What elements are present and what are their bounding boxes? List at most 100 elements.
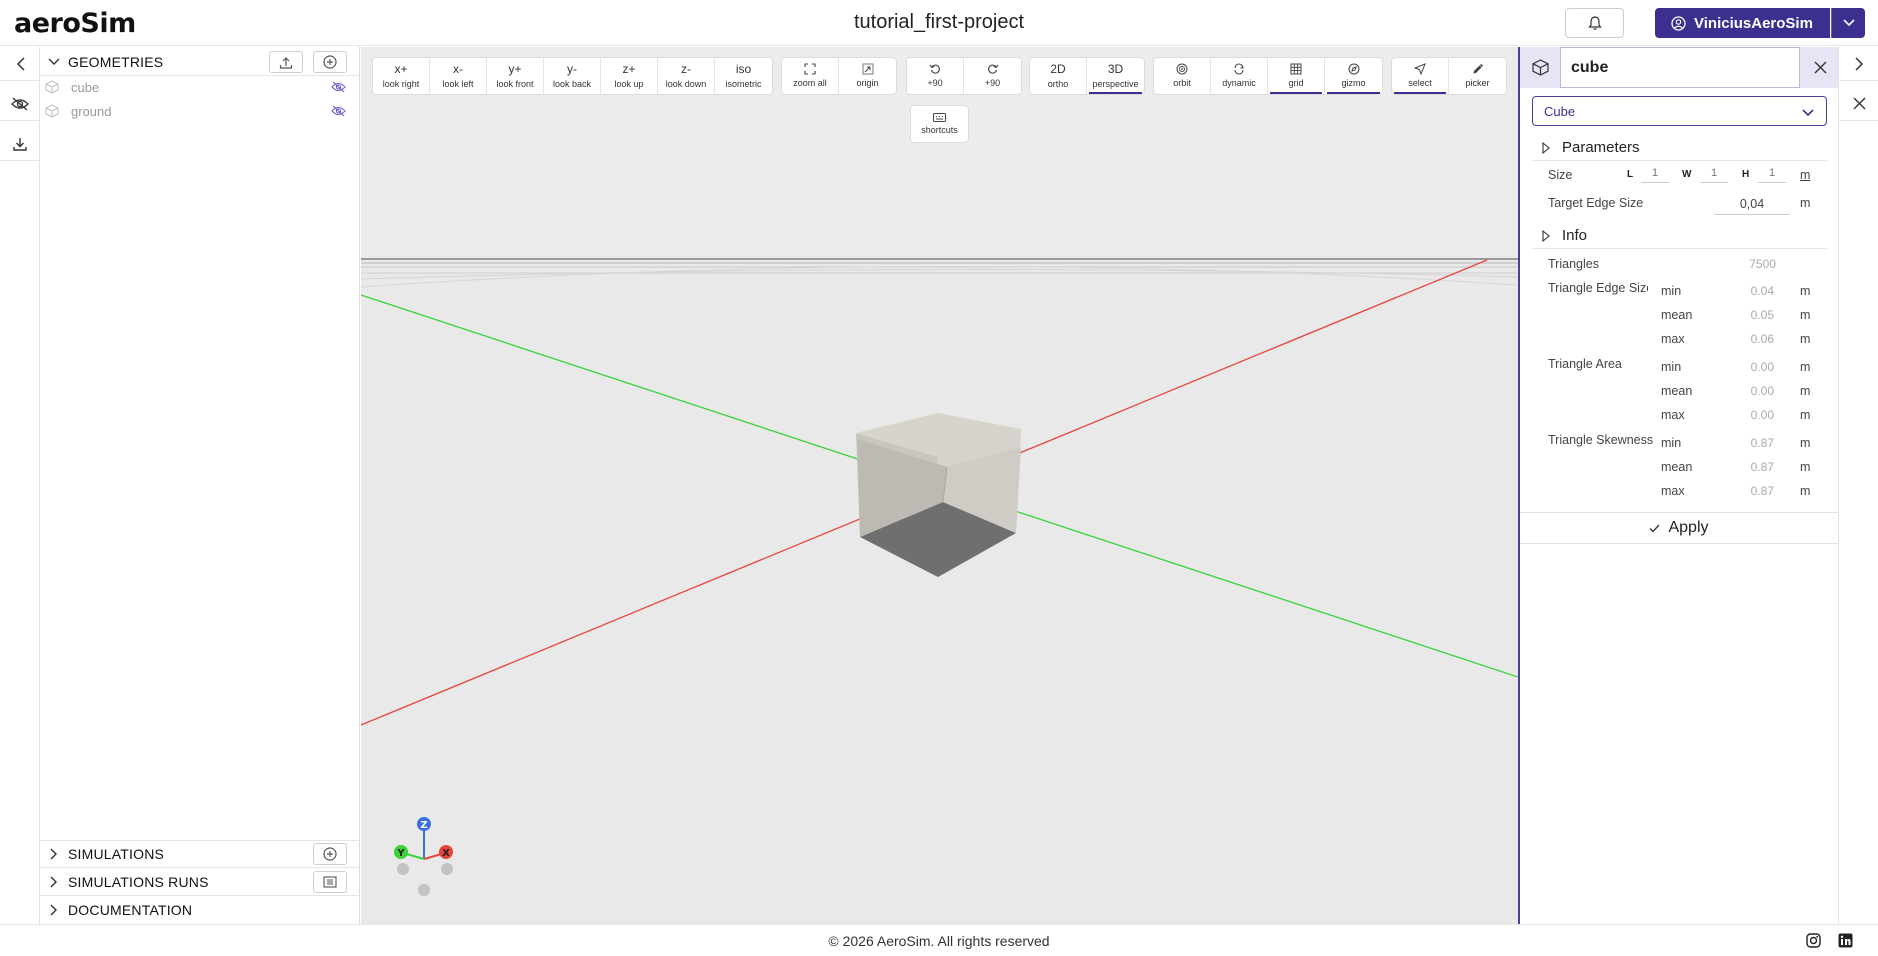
stat-name: max bbox=[1661, 484, 1685, 498]
chevron-right-icon bbox=[40, 904, 68, 916]
select-icon bbox=[1414, 63, 1426, 75]
stat-unit: m bbox=[1800, 484, 1811, 498]
add-simulation-button[interactable] bbox=[313, 843, 347, 865]
stat-name: mean bbox=[1661, 460, 1693, 474]
look-left-button[interactable]: x-look left bbox=[430, 58, 487, 94]
zoom-all-button[interactable]: zoom all bbox=[782, 58, 839, 94]
simulation-runs-label: SIMULATIONS RUNS bbox=[68, 873, 209, 890]
user-menu-button[interactable]: ViniciusAeroSim bbox=[1655, 8, 1830, 38]
target-edge-input[interactable]: 0,04 bbox=[1714, 195, 1790, 215]
download-icon bbox=[13, 137, 27, 151]
download-button[interactable] bbox=[0, 127, 40, 161]
look-right-button[interactable]: x+ look right bbox=[373, 58, 430, 94]
origin-button[interactable]: origin bbox=[839, 58, 896, 94]
stat-value: 0.04 bbox=[1750, 284, 1774, 298]
interaction-toolbar: select picker bbox=[1391, 57, 1507, 95]
simulation-runs-list-button[interactable] bbox=[313, 871, 347, 893]
cube-icon bbox=[45, 80, 61, 94]
simulations-label: SIMULATIONS bbox=[68, 846, 165, 862]
gizmo-icon bbox=[1348, 63, 1359, 75]
size-h-label: H bbox=[1742, 169, 1750, 180]
parameters-section-toggle[interactable]: Parameters bbox=[1532, 135, 1827, 161]
gizmo-z-label: Z bbox=[420, 820, 427, 831]
simulation-runs-section-header[interactable]: SIMULATIONS RUNS bbox=[40, 868, 360, 896]
stat-group-label: Triangle Skewness bbox=[1548, 433, 1654, 447]
geometry-name-input[interactable]: cube bbox=[1560, 47, 1800, 88]
user-dropdown-toggle[interactable] bbox=[1831, 8, 1865, 38]
collapse-sidebar-button[interactable] bbox=[0, 47, 40, 81]
chevron-down-icon bbox=[1802, 105, 1814, 120]
geometry-type-select[interactable]: Cube bbox=[1532, 96, 1827, 126]
list-icon bbox=[323, 876, 337, 888]
chevron-right-icon bbox=[40, 848, 68, 860]
look-back-button[interactable]: y-look back bbox=[544, 58, 601, 94]
info-section-toggle[interactable]: Info bbox=[1532, 223, 1827, 249]
geometry-item-cube[interactable]: cube bbox=[40, 75, 360, 99]
chevron-down-icon bbox=[40, 58, 68, 66]
geometries-section-header[interactable]: GEOMETRIES bbox=[40, 48, 360, 76]
picker-button[interactable]: picker bbox=[1449, 58, 1506, 94]
stat-unit: m bbox=[1800, 308, 1811, 322]
rotate-ccw-button[interactable]: +90 bbox=[907, 58, 964, 94]
size-l-label: L bbox=[1627, 169, 1634, 180]
app-header: aeroSim tutorial_first-project ViniciusA… bbox=[0, 0, 1878, 46]
stat-value: 0.87 bbox=[1750, 484, 1774, 498]
grid-button[interactable]: grid bbox=[1268, 58, 1325, 94]
cube-icon bbox=[45, 104, 61, 118]
upload-geometry-button[interactable] bbox=[269, 51, 303, 73]
triangles-label: Triangles bbox=[1548, 257, 1599, 271]
right-rail bbox=[1838, 47, 1878, 924]
close-panel-button[interactable] bbox=[1802, 47, 1838, 88]
gizmo-button[interactable]: gizmo bbox=[1325, 58, 1382, 94]
axes-gizmo[interactable]: Z Y X bbox=[394, 817, 453, 896]
upload-icon bbox=[279, 56, 293, 69]
stat-value: 0.06 bbox=[1750, 332, 1774, 346]
left-rail bbox=[0, 47, 40, 924]
stat-unit: m bbox=[1800, 360, 1811, 374]
geometry-name: ground bbox=[71, 103, 112, 119]
look-down-button[interactable]: z-look down bbox=[658, 58, 715, 94]
dynamic-button[interactable]: dynamic bbox=[1211, 58, 1268, 94]
origin-icon bbox=[862, 63, 873, 75]
apply-button[interactable]: Apply bbox=[1520, 512, 1838, 544]
linkedin-icon[interactable] bbox=[1838, 933, 1853, 953]
close-right-panel-button[interactable] bbox=[1839, 87, 1878, 121]
stat-name: max bbox=[1661, 332, 1685, 346]
dynamic-icon bbox=[1234, 63, 1244, 75]
geometry-item-ground[interactable]: ground bbox=[40, 99, 360, 123]
3d-viewport[interactable]: Z Y X x+ look right x-look left y+ look fr… bbox=[361, 47, 1518, 924]
notifications-button[interactable] bbox=[1565, 8, 1624, 38]
size-length-input[interactable]: 1 bbox=[1641, 167, 1669, 183]
orbit-button[interactable]: orbit bbox=[1154, 58, 1211, 94]
simulations-section-header[interactable]: SIMULATIONS bbox=[40, 840, 360, 868]
select-button[interactable]: select bbox=[1392, 58, 1449, 94]
look-front-button[interactable]: y+ look front bbox=[487, 58, 544, 94]
rotate-cw-button[interactable]: +90 bbox=[964, 58, 1021, 94]
isometric-button[interactable]: iso isometric bbox=[715, 58, 772, 94]
scene-canvas[interactable]: Z Y X bbox=[361, 47, 1518, 924]
documentation-section-header[interactable]: DOCUMENTATION bbox=[40, 896, 360, 924]
gizmo-y-label: Y bbox=[396, 848, 405, 859]
expand-panel-button[interactable] bbox=[1839, 47, 1878, 81]
chevron-right-icon bbox=[40, 876, 68, 888]
stat-value: 0.05 bbox=[1750, 308, 1774, 322]
size-height-input[interactable]: 1 bbox=[1758, 167, 1786, 183]
visibility-toggle[interactable] bbox=[331, 80, 346, 98]
ortho-2d-button[interactable]: 2D ortho bbox=[1030, 58, 1087, 94]
stat-value: 0.87 bbox=[1750, 460, 1774, 474]
chevron-down-icon bbox=[1842, 19, 1855, 27]
perspective-3d-button[interactable]: 3D perspective bbox=[1087, 58, 1144, 94]
cube-mesh[interactable] bbox=[856, 413, 1021, 577]
add-geometry-button[interactable] bbox=[313, 51, 347, 73]
apply-label: Apply bbox=[1668, 519, 1709, 536]
properties-panel: cube Cube Parameters Size L 1 W 1 H 1 m … bbox=[1518, 47, 1838, 924]
camera-mode-toolbar: orbit dynamic grid gizmo bbox=[1153, 57, 1383, 95]
zoom-all-icon bbox=[804, 63, 816, 75]
instagram-icon[interactable] bbox=[1806, 933, 1821, 953]
visibility-toggle[interactable] bbox=[331, 104, 346, 122]
shortcuts-toolbar: shortcuts bbox=[910, 105, 969, 143]
look-up-button[interactable]: z+ look up bbox=[601, 58, 658, 94]
shortcuts-button[interactable]: shortcuts bbox=[911, 106, 968, 142]
hide-all-button[interactable] bbox=[0, 87, 40, 121]
size-width-input[interactable]: 1 bbox=[1700, 167, 1728, 183]
